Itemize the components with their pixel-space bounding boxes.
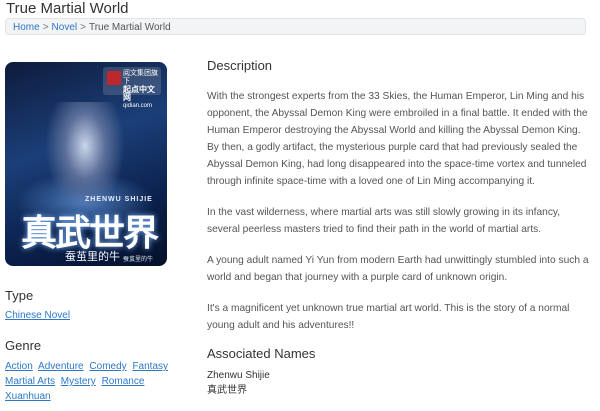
genre-link-xuanhuan[interactable]: Xuanhuan — [5, 391, 51, 402]
genre-link-romance[interactable]: Romance — [102, 376, 145, 387]
publisher-logo: 阅文集团旗下 起点中文网 qidian.com — [103, 67, 161, 109]
breadcrumb-separator: > — [80, 22, 86, 33]
cover-author: 蚕茧里的牛 — [65, 251, 120, 263]
cover-subtitle: ZHENWU SHIJIE — [85, 196, 153, 203]
breadcrumb-novel-link[interactable]: Novel — [52, 22, 78, 33]
genre-heading: Genre — [5, 338, 42, 353]
genre-link-fantasy[interactable]: Fantasy — [132, 361, 168, 372]
description-paragraph: A young adult named Yi Yun from modern E… — [207, 255, 589, 283]
genre-link-mystery[interactable]: Mystery — [61, 376, 96, 387]
cover-wechat-tag: 蚕茧里的牛 — [123, 257, 154, 263]
associated-name: Zhenwu Shijie — [207, 370, 270, 381]
logo-text-line1: 阅文集团旗下 — [123, 70, 158, 85]
type-link[interactable]: Chinese Novel — [5, 310, 70, 321]
description-body: With the strongest experts from the 33 S… — [207, 88, 592, 348]
publisher-logo-icon — [107, 71, 121, 85]
breadcrumb-separator: > — [42, 22, 49, 33]
breadcrumb: Home > Novel > True Martial World — [5, 18, 586, 35]
book-cover-image: 阅文集团旗下 起点中文网 qidian.com ZHENWU SHIJIE 真武… — [5, 62, 167, 266]
associated-name: 真武世界 — [207, 385, 247, 396]
logo-text-line3: qidian.com — [123, 103, 153, 109]
description-paragraph: It's a magnificent yet unknown true mart… — [207, 303, 570, 331]
description-heading: Description — [207, 58, 273, 73]
genre-list: Action Adventure Comedy Fantasy Martial … — [5, 359, 175, 404]
associated-names-list: Zhenwu Shijie 真武世界 — [207, 368, 270, 398]
description-paragraph: In the vast wilderness, where martial ar… — [207, 207, 561, 235]
genre-link-martial-arts[interactable]: Martial Arts — [5, 376, 55, 387]
associated-names-heading: Associated Names — [207, 346, 316, 361]
breadcrumb-home-link[interactable]: Home — [13, 22, 40, 33]
page-title: True Martial World — [6, 0, 129, 17]
description-paragraph: With the strongest experts from the 33 S… — [207, 91, 588, 187]
logo-text-line2: 起点中文网 — [123, 85, 155, 102]
genre-link-comedy[interactable]: Comedy — [89, 361, 126, 372]
genre-link-adventure[interactable]: Adventure — [38, 361, 84, 372]
genre-link-action[interactable]: Action — [5, 361, 33, 372]
breadcrumb-current: True Martial World — [88, 22, 171, 33]
type-heading: Type — [5, 288, 34, 303]
